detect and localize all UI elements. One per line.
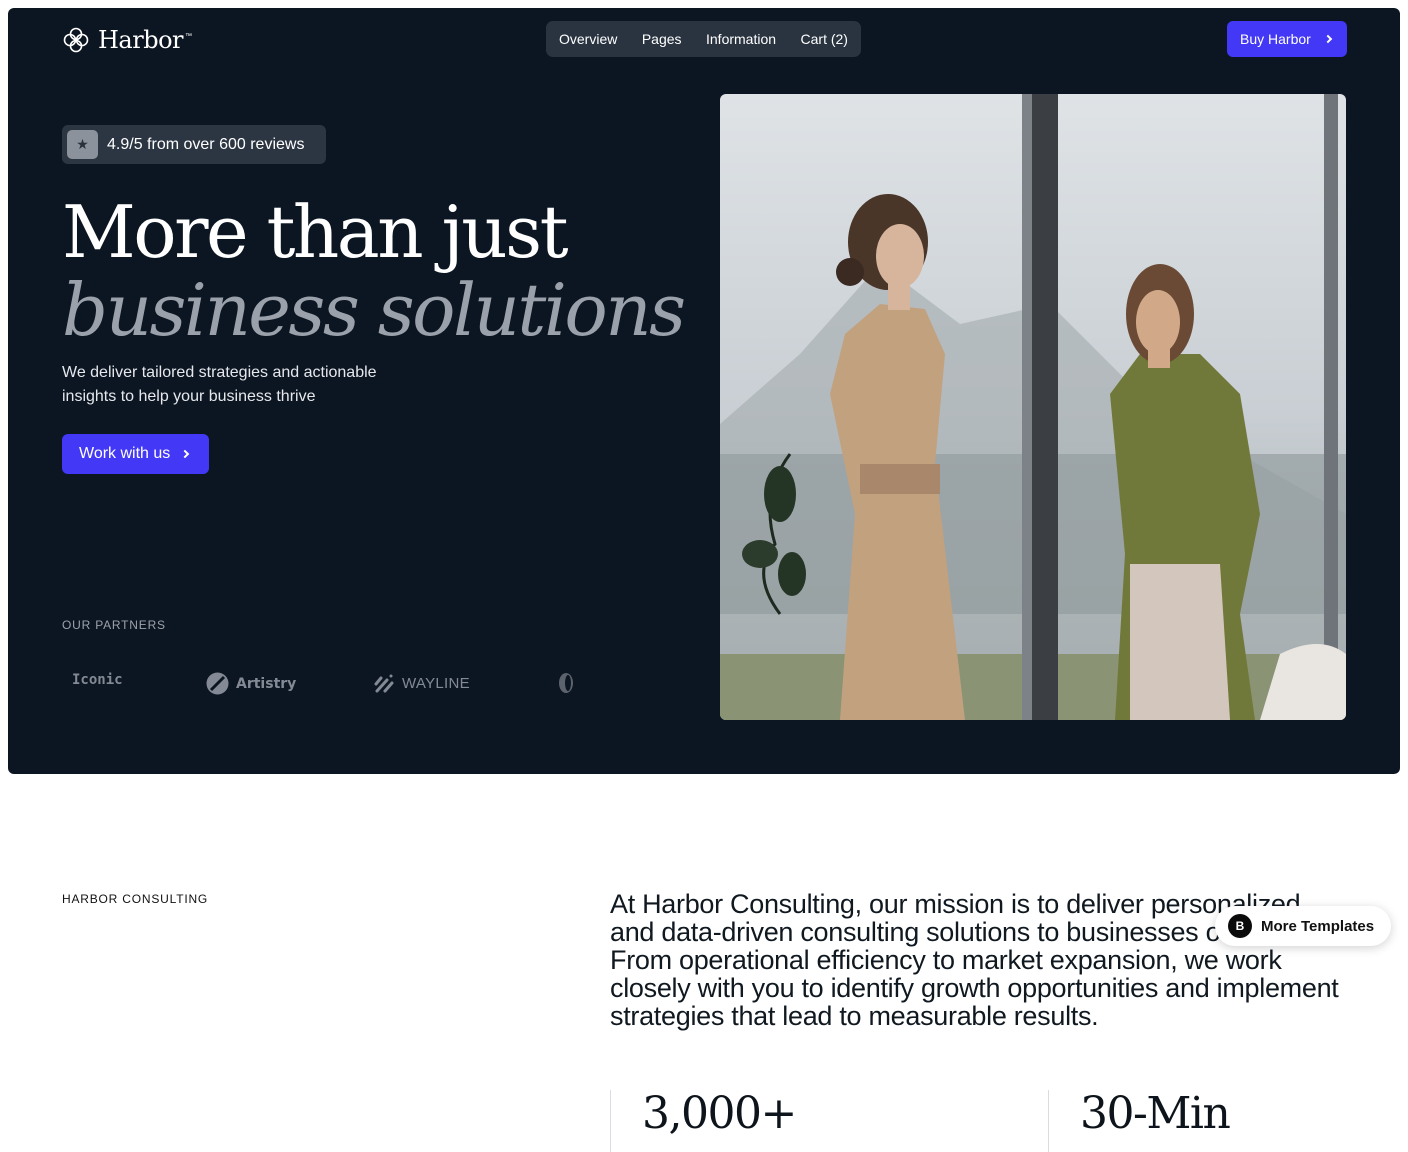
partners-label: OUR PARTNERS — [62, 618, 166, 632]
nav-information[interactable]: Information — [706, 31, 776, 47]
rating-text: 4.9/5 from over 600 reviews — [107, 136, 304, 154]
logo-icon — [63, 27, 89, 53]
section-label: HARBOR CONSULTING — [62, 892, 209, 906]
chevron-right-icon — [181, 449, 190, 459]
nav-cart[interactable]: Cart (2) — [801, 31, 848, 47]
partner-logo-wayline: WAYLINE — [373, 672, 470, 694]
template-brand-icon: B — [1228, 914, 1252, 938]
hero-photo-illustration — [720, 94, 1346, 720]
partner-name: Iconic — [72, 672, 123, 688]
hero-section: Harbor ™ Overview Pages Information Cart… — [8, 8, 1400, 774]
stat-divider — [1048, 1090, 1049, 1152]
rating-mid: from over — [142, 135, 220, 153]
partner-name: WAYLINE — [402, 674, 470, 692]
partner-logo-iconic: Iconic — [72, 672, 123, 688]
buy-harbor-button[interactable]: Buy Harbor — [1227, 21, 1347, 57]
logo-text: Harbor — [98, 26, 184, 54]
more-templates-label: More Templates — [1261, 917, 1375, 935]
hero-photo — [720, 94, 1346, 720]
stat-response-time: 30-Min — [1080, 1088, 1231, 1139]
partner-partial-icon — [559, 673, 573, 693]
work-with-us-label: Work with us — [79, 445, 171, 462]
nav-pages[interactable]: Pages — [642, 31, 682, 47]
rating-score: 4.9/5 — [107, 135, 143, 153]
stat-divider — [610, 1090, 611, 1152]
stat-clients: 3,000+ — [642, 1088, 797, 1139]
hero-headline-italic: business solutions — [62, 268, 686, 352]
hero-headline: More than just — [62, 190, 569, 274]
partner-logo-partial — [557, 672, 575, 694]
main-nav: Overview Pages Information Cart (2) — [546, 21, 861, 57]
partner-name: Artistry — [236, 675, 297, 692]
buy-harbor-label: Buy Harbor — [1240, 31, 1311, 47]
star-icon: ★ — [67, 130, 98, 159]
nav-overview[interactable]: Overview — [559, 31, 617, 47]
logo-trademark: ™ — [185, 32, 192, 40]
more-templates-button[interactable]: B More Templates — [1215, 906, 1391, 946]
rating-badge: ★ 4.9/5 from over 600 reviews — [62, 125, 326, 164]
rating-tail: reviews — [245, 135, 305, 153]
hero-subtitle: We deliver tailored strategies and actio… — [62, 364, 377, 405]
work-with-us-button[interactable]: Work with us — [62, 434, 209, 474]
rating-count: 600 — [219, 135, 246, 153]
logo[interactable]: Harbor ™ — [62, 26, 192, 54]
chevron-right-icon — [1323, 34, 1333, 44]
partner-logo-artistry: Artistry — [206, 672, 296, 695]
wayline-icon — [374, 674, 394, 693]
artistry-icon — [206, 672, 229, 695]
